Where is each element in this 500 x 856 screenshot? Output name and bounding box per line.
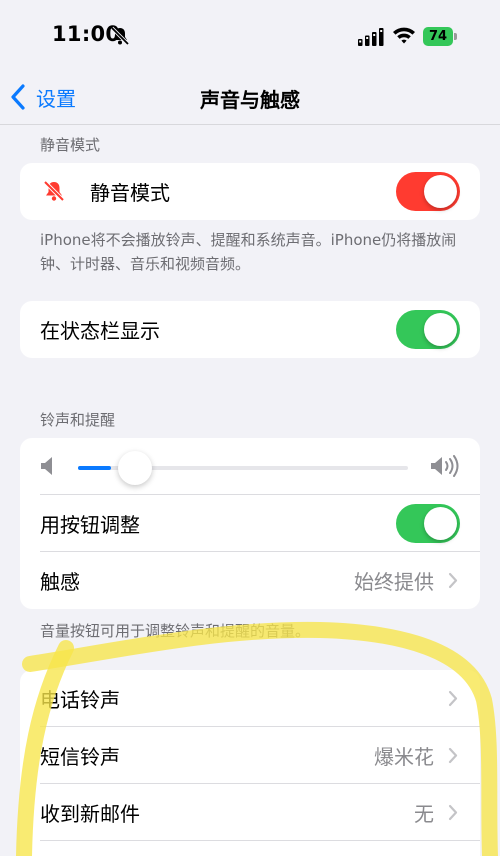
haptics-value: 始终提供 (354, 570, 434, 594)
section-header-ringer: 铃声和提醒 (40, 411, 116, 429)
haptics-row[interactable]: 触感 始终提供 (20, 552, 480, 609)
text-tone-label: 短信铃声 (40, 745, 120, 769)
new-mail-value: 无 (414, 802, 434, 826)
volume-slider-thumb[interactable] (118, 451, 153, 485)
text-tone-value: 爆米花 (374, 745, 434, 769)
speaker-high-icon (431, 455, 459, 477)
chevron-right-icon (448, 747, 458, 764)
chevron-right-icon (448, 804, 458, 821)
status-bar-display-label: 在状态栏显示 (40, 319, 160, 343)
status-bar-display-card: 在状态栏显示 (20, 301, 480, 358)
adjust-with-buttons-toggle[interactable] (396, 504, 460, 543)
page-title: 声音与触感 (200, 88, 300, 112)
silent-mode-toggle[interactable] (396, 172, 460, 211)
signal-icon (358, 28, 384, 46)
ringtone-label: 电话铃声 (40, 688, 120, 712)
volume-slider-row (20, 438, 480, 495)
status-bar-display-toggle[interactable] (396, 310, 460, 349)
bell-slash-icon (43, 180, 65, 202)
speaker-low-icon (41, 457, 52, 475)
chevron-right-icon (448, 690, 458, 707)
section-header-silent: 静音模式 (40, 136, 101, 154)
battery-level: 74 (428, 29, 448, 44)
wifi-icon (393, 27, 415, 44)
silent-mode-footer: iPhone将不会播放铃声、提醒和系统声音。iPhone仍将播放闹钟、计时器、音… (40, 231, 457, 273)
volume-slider[interactable] (78, 451, 408, 485)
adjust-with-buttons-row: 用按钮调整 (20, 495, 480, 552)
ringer-footer: 音量按钮可用于调整铃声和提醒的音量。 (40, 622, 311, 640)
list-item[interactable]: 电话铃声 (20, 670, 480, 727)
new-mail-label: 收到新邮件 (40, 802, 140, 826)
status-bar-display-row: 在状态栏显示 (20, 301, 480, 358)
battery-icon: 74 (423, 27, 459, 46)
list-item[interactable]: 短信铃声 爆米花 (20, 727, 480, 784)
silent-mode-label: 静音模式 (90, 181, 170, 205)
ringer-card: 用按钮调整 触感 始终提供 (20, 438, 480, 609)
sounds-card: 电话铃声 短信铃声 爆米花 收到新邮件 无 (20, 670, 480, 856)
chevron-right-icon (448, 572, 458, 589)
haptics-label: 触感 (40, 570, 80, 594)
silent-mode-row: 静音模式 (20, 163, 480, 220)
list-item[interactable]: 收到新邮件 无 (20, 784, 480, 841)
bell-slash-icon (110, 26, 130, 46)
adjust-with-buttons-label: 用按钮调整 (40, 513, 140, 537)
silent-mode-card: 静音模式 (20, 163, 480, 220)
status-bar: 11:00 74 (0, 0, 500, 70)
navigation-bar: 设置 声音与触感 (0, 70, 500, 125)
